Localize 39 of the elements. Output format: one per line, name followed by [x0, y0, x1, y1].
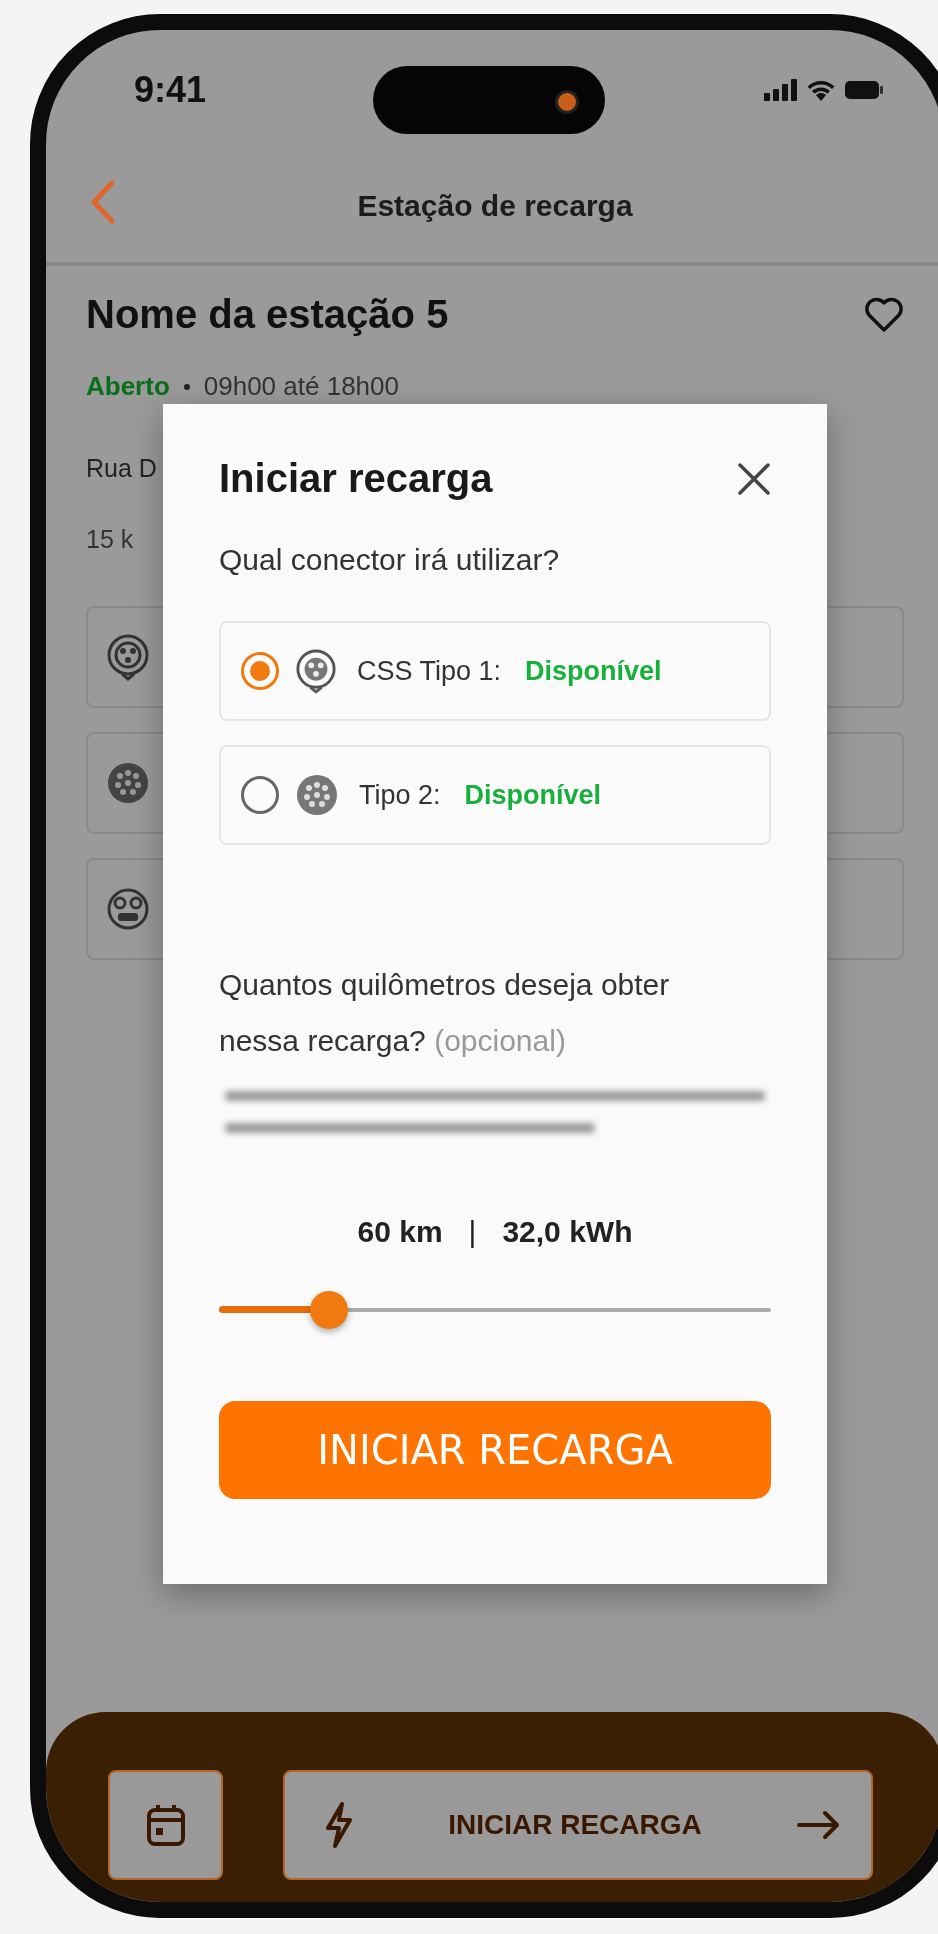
connector-icon [295, 647, 337, 695]
availability-status: Disponível [464, 779, 602, 811]
heart-icon[interactable] [864, 296, 904, 333]
connector-name: CSS Tipo 1: [357, 655, 502, 687]
start-charging-button[interactable]: INICIAR RECARGA [283, 1770, 873, 1880]
distance-question: Quantos quilômetros deseja obter nessa recarga? (opcional) [219, 967, 671, 1059]
connector-name: Tipo 2: [359, 779, 441, 811]
screen-title: Estação de recarga [357, 189, 633, 223]
separator: | [468, 1215, 477, 1249]
connector-question: Qual conector irá utilizar? [219, 543, 561, 577]
connector-icon [106, 887, 150, 931]
open-status: Aberto [86, 371, 170, 402]
connector-icon [106, 633, 150, 681]
station-distance: 15 k [86, 525, 134, 554]
arrow-right-icon [797, 1810, 841, 1840]
radio-button[interactable] [241, 652, 279, 690]
station-name: Nome da estação 5 [86, 292, 449, 337]
lightning-icon [325, 1802, 353, 1848]
battery-icon [844, 79, 884, 101]
status-time: 9:41 [134, 69, 207, 111]
connector-icon [295, 773, 339, 817]
calendar-button[interactable] [108, 1770, 223, 1880]
opening-hours: 09h00 até 18h00 [203, 371, 399, 402]
energy-value: 32,0 kWh [502, 1215, 633, 1249]
signal-icon [764, 79, 798, 101]
close-icon[interactable] [737, 461, 771, 496]
connector-icon [106, 761, 150, 805]
separator-dot [183, 383, 190, 390]
connector-option[interactable]: Tipo 2: Disponível [219, 745, 771, 845]
distance-slider[interactable] [219, 1291, 771, 1329]
station-address: Rua D [86, 454, 157, 483]
dialog-title: Iniciar recarga [219, 456, 493, 501]
wifi-icon [806, 79, 836, 101]
availability-status: Disponível [525, 655, 662, 687]
radio-button[interactable] [241, 776, 279, 814]
calendar-icon [145, 1803, 186, 1847]
connector-option[interactable]: CSS Tipo 1: Disponível [219, 621, 771, 721]
distance-value: 60 km [357, 1215, 443, 1249]
slider-thumb[interactable] [310, 1291, 349, 1329]
